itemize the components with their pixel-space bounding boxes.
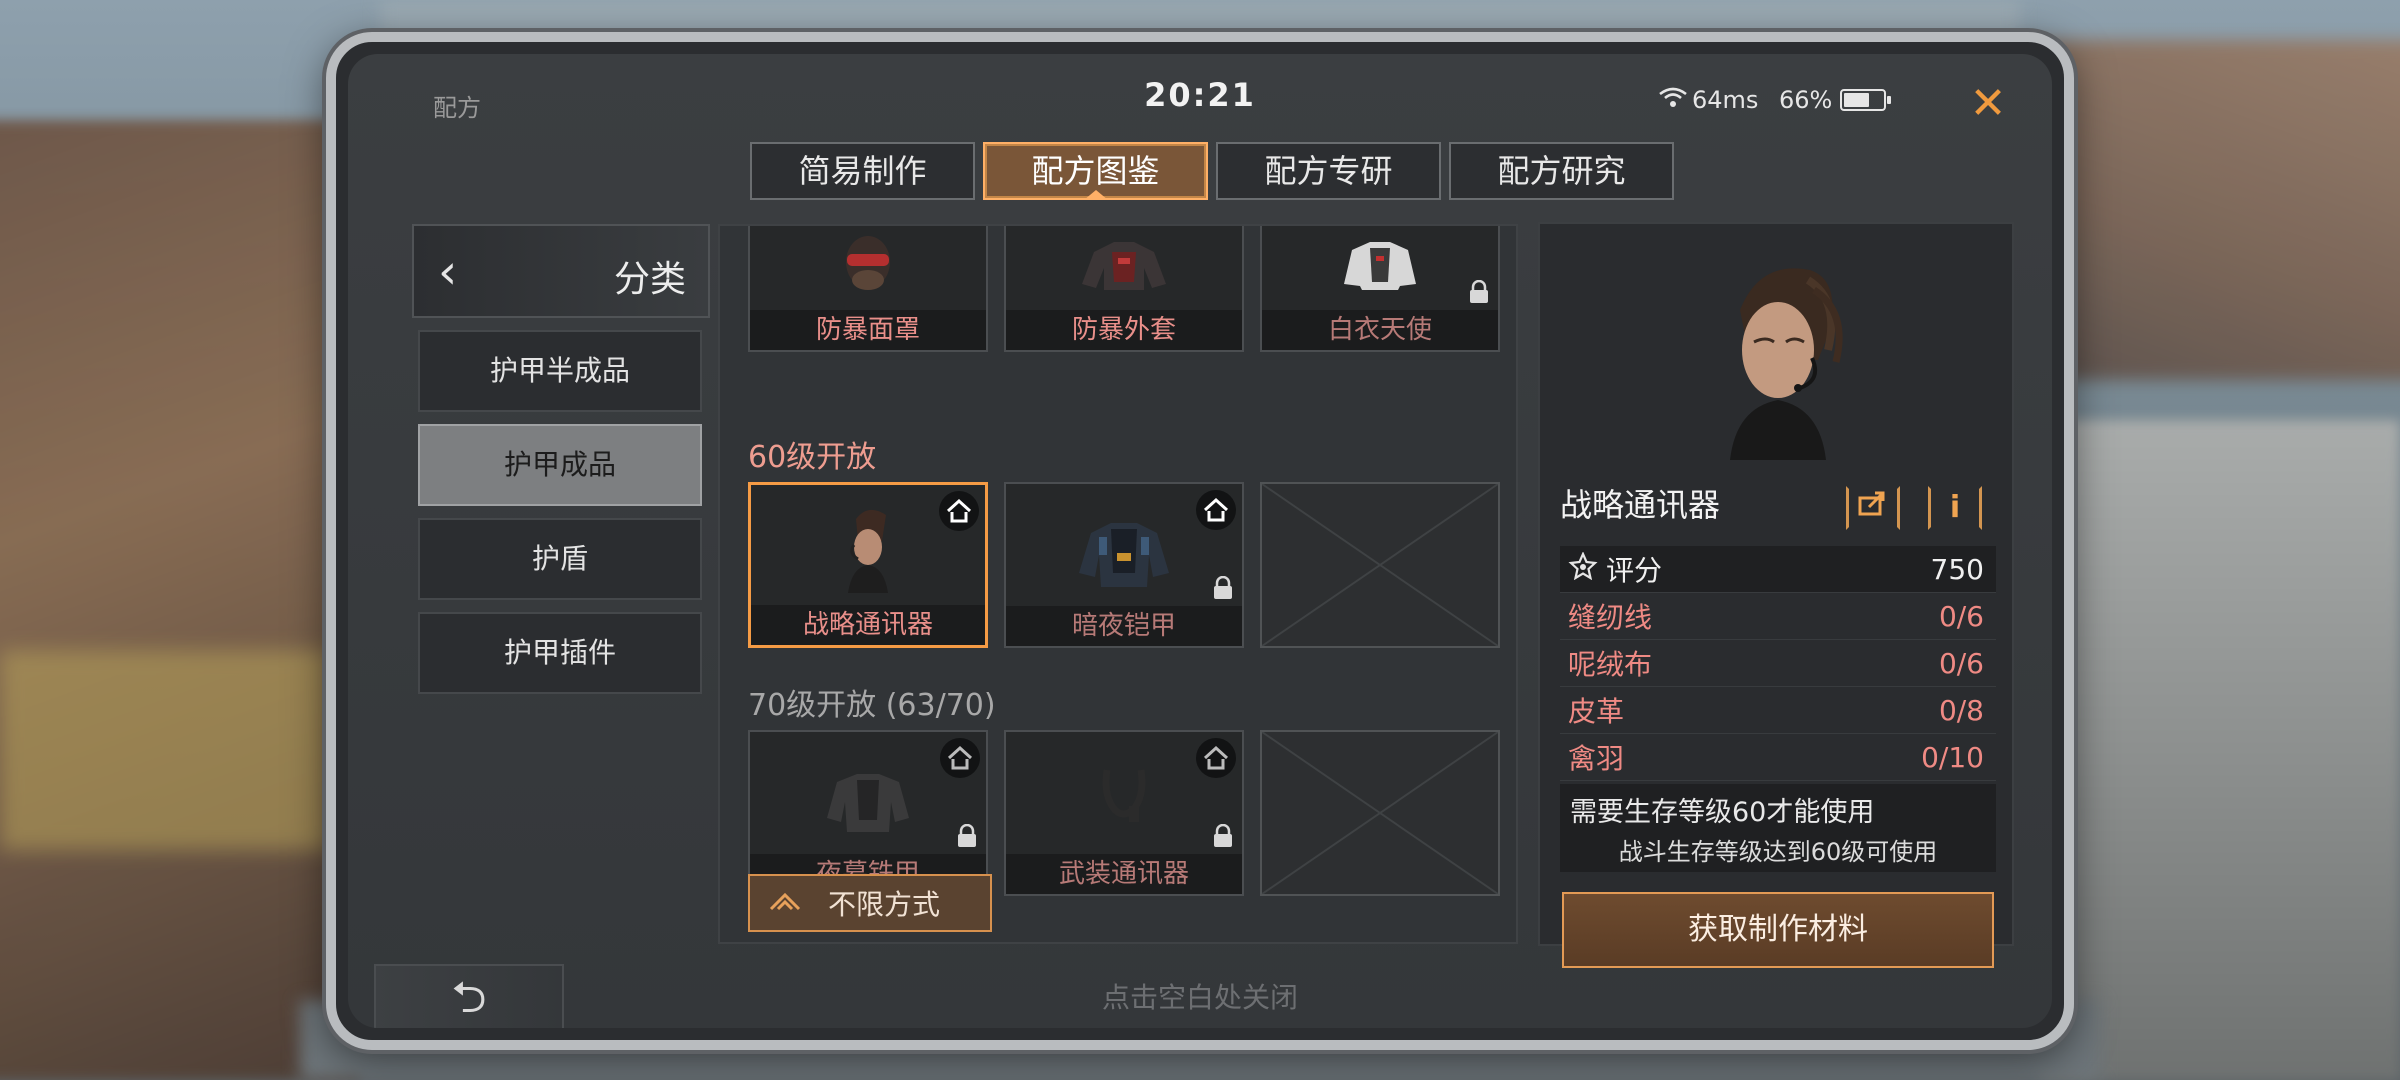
recipe-grid-panel[interactable]: 防暴面罩 防暴外套 白衣天使 60级开放 战略通讯器 暗夜铠甲 70级开放 (6… [718,224,1518,944]
network-indicator: 64ms [1658,86,1758,114]
requirement-text: 需要生存等级60才能使用 [1570,797,1875,828]
tab-bar: 简易制作 配方图鉴 配方专研 配方研究 [750,142,1674,200]
material-qty: 0/10 [1921,740,1984,774]
get-materials-button[interactable]: 获取制作材料 [1562,892,1994,968]
armed-comm-image [1006,732,1242,860]
recipe-card-nightfall-iron[interactable]: 夜幕铁甲 [748,730,988,896]
material-row: 皮革 0/8 [1560,687,1996,734]
chevron-left-icon[interactable]: ‹ [438,244,457,300]
rating-star-icon [1568,550,1598,587]
sidebar-item-armor[interactable]: 护甲成品 [418,424,702,506]
night-armor-image [1006,484,1242,612]
recipe-name: 暗夜铠甲 [1006,606,1242,646]
recipe-dialog: 配方 20:21 64ms 66% ✕ 简易制作 配方图鉴 配方专研 配方研究 … [348,54,2052,1028]
info-icon[interactable]: i [1928,486,1982,530]
score-row: 评分 750 [1560,546,1996,593]
lock-icon [956,823,978,848]
empty-slot [1260,730,1500,896]
material-name: 禽羽 [1568,742,1625,775]
status-bar: 配方 20:21 64ms 66% ✕ [348,54,2052,129]
recipe-card-armed-comm[interactable]: 武装通讯器 [1004,730,1244,896]
craft-mode-label: 不限方式 [828,888,941,921]
requirement-subtext: 战斗生存等级达到60级可使用 [1618,838,1938,866]
material-row: 缝纫线 0/6 [1560,593,1996,640]
item-portrait [1690,250,1870,460]
recipe-card-night-armor[interactable]: 暗夜铠甲 [1004,482,1244,648]
tab-recipe-research[interactable]: 配方研究 [1449,142,1674,200]
material-name: 皮革 [1568,695,1625,728]
riot-coat-image [1006,226,1242,316]
craft-mode-filter-button[interactable]: 不限方式 [748,874,992,932]
recipe-name: 战略通讯器 [751,605,985,645]
sidebar-item-armor-parts[interactable]: 护甲半成品 [418,330,702,412]
tap-to-close-hint[interactable]: 点击空白处关闭 [348,976,2052,1016]
wifi-icon [1658,86,1688,114]
section-label-level-70: 70级开放 (63/70) [748,688,996,723]
requirement-box: 需要生存等级60才能使用 战斗生存等级达到60级可使用 [1560,784,1996,872]
material-qty: 0/8 [1938,693,1984,727]
category-list: 护甲半成品 护甲成品 护盾 护甲插件 [418,330,702,694]
tab-simple-craft[interactable]: 简易制作 [750,142,975,200]
close-button[interactable]: ✕ [1960,76,2016,132]
battery-icon [1840,89,1892,111]
ping-value: 64ms [1692,86,1759,114]
tab-recipe-specialize[interactable]: 配方专研 [1216,142,1441,200]
material-name: 呢绒布 [1568,648,1653,681]
lock-icon [1468,279,1490,304]
material-name: 缝纫线 [1568,601,1653,634]
category-title: 分类 [613,259,686,300]
chevron-up-double-icon [768,887,802,920]
battery-indicator: 66% [1779,86,1892,114]
score-value: 750 [1930,552,1984,586]
recipe-card-white-angel[interactable]: 白衣天使 [1260,226,1500,352]
recipe-card-riot-coat[interactable]: 防暴外套 [1004,226,1244,352]
recipe-card-tactical-comm[interactable]: 战略通讯器 [748,482,988,648]
lock-icon [1212,575,1234,600]
tactical-comm-image [751,485,985,613]
material-row: 呢绒布 0/6 [1560,640,1996,687]
tab-recipe-catalog[interactable]: 配方图鉴 [983,142,1208,200]
category-header[interactable]: ‹ 分类 [412,224,710,318]
score-label: 评分 [1606,554,1663,587]
recipe-name: 白衣天使 [1262,310,1498,350]
material-qty: 0/6 [1938,646,1984,680]
share-icon[interactable] [1846,486,1900,530]
recipe-name: 防暴外套 [1006,310,1242,350]
lock-icon [1212,823,1234,848]
white-angel-image [1262,226,1498,316]
battery-percent: 66% [1779,86,1833,114]
sidebar-item-shield[interactable]: 护盾 [418,518,702,600]
recipe-name: 武装通讯器 [1006,854,1242,894]
recipe-card-riot-mask[interactable]: 防暴面罩 [748,226,988,352]
recipe-name: 防暴面罩 [750,310,986,350]
recipe-dialog-frame: 配方 20:21 64ms 66% ✕ 简易制作 配方图鉴 配方专研 配方研究 … [326,32,2074,1050]
material-qty: 0/6 [1938,599,1984,633]
section-label-level-60: 60级开放 [748,440,877,475]
attribute-table: 评分 750 缝纫线 0/6 呢绒布 0/6 皮革 0/8 禽羽 0/10 [1560,546,1996,781]
empty-slot [1260,482,1500,648]
sidebar-item-armor-plugin[interactable]: 护甲插件 [418,612,702,694]
recipe-detail-panel: 战略通讯器 i 评分 750 缝纫线 0/6 呢绒布 0/6 皮革 0/8 禽羽… [1538,222,2014,968]
material-row: 禽羽 0/10 [1560,734,1996,781]
riot-mask-image [750,226,986,316]
nightfall-iron-image [750,732,986,860]
item-name: 战略通讯器 [1560,486,1721,524]
